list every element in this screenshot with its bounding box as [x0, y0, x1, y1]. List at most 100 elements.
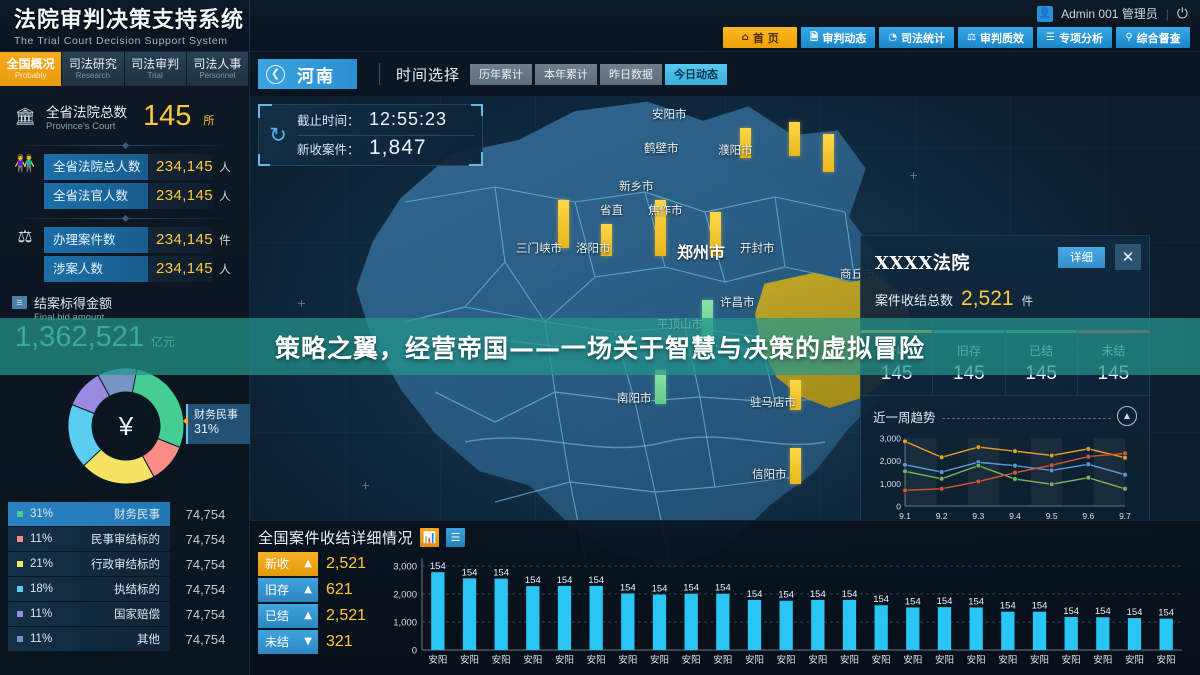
bar-column[interactable]	[780, 601, 793, 650]
map-city-label[interactable]: 开封市	[740, 240, 775, 256]
map-city-label[interactable]: 焦作市	[648, 202, 683, 218]
map-city-label[interactable]: 驻马店市	[750, 394, 796, 410]
bar-column[interactable]	[938, 607, 951, 650]
nav-button-3[interactable]: ⚖审判质效	[958, 27, 1033, 48]
bar-column[interactable]	[1033, 612, 1046, 650]
trend-data-point[interactable]	[903, 488, 908, 493]
bar-column[interactable]	[1096, 617, 1109, 650]
bar-column[interactable]	[526, 586, 539, 650]
map-city-label[interactable]: 南阳市	[617, 390, 652, 406]
legend-row[interactable]: 11%民事审结标的74,754	[8, 527, 241, 551]
time-option-1[interactable]: 本年累计	[535, 64, 597, 85]
map-city-label[interactable]: 新乡市	[619, 178, 654, 194]
bar-column[interactable]	[811, 600, 824, 650]
chevron-left-icon[interactable]: ❮	[266, 65, 285, 84]
sidebar-tab-2[interactable]: 司法审判Trial	[125, 52, 187, 86]
bar-column[interactable]	[463, 578, 476, 650]
trend-data-point[interactable]	[939, 476, 944, 481]
trend-data-point[interactable]	[903, 462, 908, 467]
trend-data-point[interactable]	[939, 455, 944, 460]
trend-data-point[interactable]	[976, 463, 981, 468]
refresh-icon[interactable]: ↻	[259, 123, 297, 148]
trend-data-point[interactable]	[939, 470, 944, 475]
trend-data-point[interactable]	[1049, 453, 1054, 458]
bar-column[interactable]	[495, 579, 508, 650]
map-city-label[interactable]: 三门峡市	[516, 240, 562, 256]
bar-column[interactable]	[1001, 612, 1014, 650]
overview-stats: 🏛 全省法院总数 Province's Court 145 所 👫 全省法院总人…	[0, 86, 249, 289]
power-icon[interactable]: ⏻	[1177, 5, 1188, 22]
bar-column[interactable]	[748, 600, 761, 650]
legend-row[interactable]: 11%国家赔偿74,754	[8, 602, 241, 626]
bar-column[interactable]	[1160, 619, 1173, 650]
trend-data-point[interactable]	[1013, 470, 1018, 475]
detail-button[interactable]: 详细	[1058, 247, 1105, 268]
trend-data-point[interactable]	[976, 479, 981, 484]
bar-column[interactable]	[431, 572, 444, 650]
trend-data-point[interactable]	[1013, 449, 1018, 454]
trend-data-point[interactable]	[1086, 446, 1091, 451]
trend-data-point[interactable]	[1086, 475, 1091, 480]
trend-data-point[interactable]	[1123, 486, 1128, 491]
map-city-label[interactable]: 安阳市	[652, 106, 687, 122]
trend-data-point[interactable]	[939, 486, 944, 491]
nav-button-2[interactable]: ◔司法统计	[879, 27, 954, 48]
trend-data-point[interactable]	[1049, 463, 1054, 468]
bar-column[interactable]	[906, 607, 919, 650]
map-city-label[interactable]: 濮阳市	[718, 142, 753, 158]
bar-column[interactable]	[685, 594, 698, 650]
nav-button-5[interactable]: ⚲综合督查	[1116, 27, 1190, 48]
bar-column[interactable]	[970, 607, 983, 650]
time-option-0[interactable]: 历年累计	[470, 64, 532, 85]
legend-row[interactable]: 18%执结标的74,754	[8, 577, 241, 601]
nav-button-1[interactable]: 🗎审判动态	[801, 27, 875, 48]
nav-button-0[interactable]: ⌂首 页	[723, 27, 797, 48]
trend-data-point[interactable]	[1013, 477, 1018, 482]
bar-column[interactable]	[1065, 617, 1078, 650]
trend-data-point[interactable]	[903, 469, 908, 474]
kpi-row-1[interactable]: 旧存▲621	[258, 578, 378, 602]
donut-chart[interactable]	[62, 362, 190, 490]
bar-column[interactable]	[1128, 618, 1141, 650]
bar-column[interactable]	[558, 586, 571, 650]
legend-row[interactable]: 21%行政审结标的74,754	[8, 552, 241, 576]
bar-column[interactable]	[621, 593, 634, 650]
nav-button-4[interactable]: ☰专项分析	[1037, 27, 1112, 48]
bar-column[interactable]	[875, 605, 888, 650]
bar-column[interactable]	[843, 600, 856, 650]
kpi-row-2[interactable]: 已结▲2,521	[258, 604, 378, 628]
bar-data-label: 154	[842, 589, 858, 600]
trend-data-point[interactable]	[1086, 454, 1091, 459]
map-city-label[interactable]: 信阳市	[752, 466, 787, 482]
bar-chart-icon[interactable]: 📊	[420, 528, 439, 547]
chevron-up-icon[interactable]: ▲	[1117, 406, 1137, 426]
close-icon[interactable]: ✕	[1115, 244, 1141, 270]
map-city-label[interactable]: 鹤壁市	[644, 140, 679, 156]
map-city-label[interactable]: 洛阳市	[576, 240, 611, 256]
trend-data-point[interactable]	[1013, 463, 1018, 468]
trend-data-point[interactable]	[903, 439, 908, 444]
kpi-row-0[interactable]: 新收▲2,521	[258, 552, 378, 576]
sidebar-tab-0[interactable]: 全国概况Probably	[0, 52, 62, 86]
bar-column[interactable]	[653, 595, 666, 650]
sidebar-tab-1[interactable]: 司法研究Research	[62, 52, 124, 86]
list-view-icon[interactable]: ☰	[446, 528, 465, 547]
legend-row[interactable]: 11%其他74,754	[8, 627, 241, 651]
kpi-row-3[interactable]: 未结▼321	[258, 630, 378, 654]
sidebar-tab-3[interactable]: 司法人事Personnel	[187, 52, 249, 86]
trend-data-point[interactable]	[1049, 468, 1054, 473]
bar-column[interactable]	[590, 586, 603, 650]
trend-data-point[interactable]	[1049, 482, 1054, 487]
trend-data-point[interactable]	[1123, 451, 1128, 456]
time-option-3[interactable]: 今日动态	[665, 64, 727, 85]
trend-data-point[interactable]	[1123, 472, 1128, 477]
trend-data-point[interactable]	[976, 445, 981, 450]
map-city-label[interactable]: 郑州市	[677, 239, 725, 263]
time-option-2[interactable]: 昨日数据	[600, 64, 662, 85]
legend-row[interactable]: 31%财务民事74,754	[8, 502, 241, 526]
region-selector[interactable]: ❮ 河南	[258, 59, 357, 89]
map-city-label[interactable]: 省直	[600, 202, 623, 218]
trend-data-point[interactable]	[1086, 462, 1091, 467]
map-city-label[interactable]: 许昌市	[720, 294, 755, 310]
bar-column[interactable]	[716, 594, 729, 650]
